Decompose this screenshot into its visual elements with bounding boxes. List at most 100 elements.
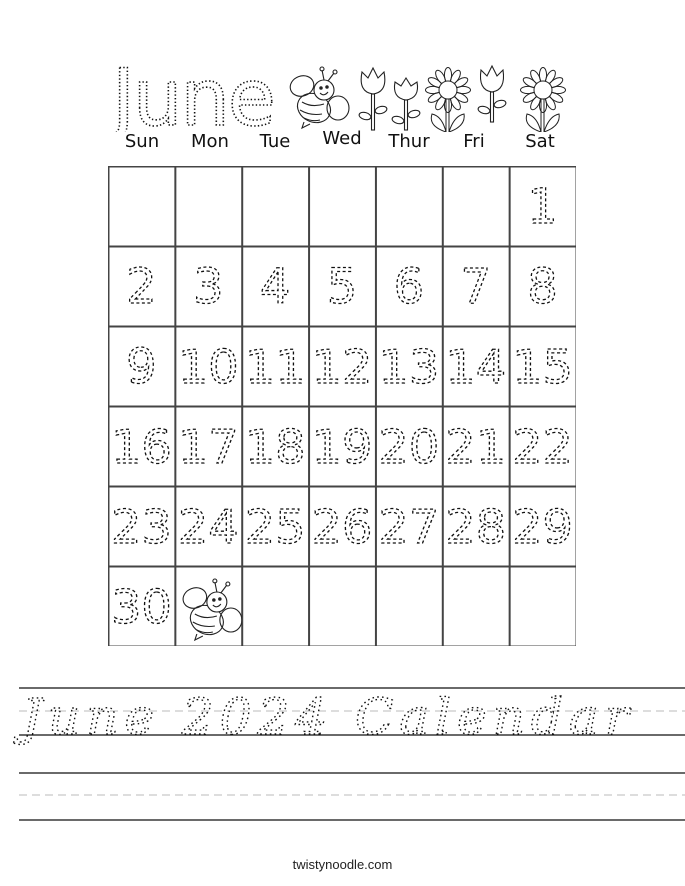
calendar-cell: 17 bbox=[174, 406, 243, 487]
calendar-cell: 12 bbox=[308, 326, 377, 407]
calendar-cell: 28 bbox=[442, 486, 511, 567]
tulip-icon bbox=[477, 64, 507, 123]
cell-border bbox=[308, 566, 377, 646]
weekday-tue: Tue bbox=[259, 131, 291, 152]
calendar-cell: 1 bbox=[509, 166, 576, 247]
cell-border bbox=[241, 566, 310, 646]
day-number: 22 bbox=[512, 420, 573, 474]
calendar-cell: 14 bbox=[442, 326, 511, 407]
calendar-cell: 21 bbox=[442, 406, 511, 487]
calendar-cell bbox=[509, 566, 576, 646]
calendar-cell: 18 bbox=[241, 406, 310, 487]
bee-icon bbox=[289, 66, 350, 130]
calendar-cell: 8 bbox=[509, 246, 576, 327]
day-number: 29 bbox=[512, 500, 573, 554]
day-number: 30 bbox=[111, 580, 172, 634]
weekday-fri: Fri bbox=[463, 131, 485, 152]
calendar-cell bbox=[108, 166, 176, 247]
calendar-cell bbox=[308, 166, 377, 247]
footer-site-name: twistynoodle.com bbox=[292, 857, 393, 872]
calendar-cell: 6 bbox=[375, 246, 444, 327]
calendar-cell: 29 bbox=[509, 486, 576, 567]
calendar-cell bbox=[375, 566, 444, 646]
calendar-cell bbox=[174, 166, 243, 247]
tulip-icon bbox=[391, 76, 421, 131]
cell-border bbox=[442, 566, 511, 646]
calendar-cell: 9 bbox=[108, 326, 176, 407]
day-number: 19 bbox=[312, 420, 373, 474]
cell-border bbox=[241, 166, 310, 247]
day-number: 8 bbox=[527, 259, 558, 315]
weekday-sat: Sat bbox=[525, 131, 555, 152]
day-number: 28 bbox=[445, 500, 506, 554]
day-number: 12 bbox=[312, 340, 373, 394]
calendar-cell: 10 bbox=[174, 326, 243, 407]
calendar-cell: 16 bbox=[108, 406, 176, 487]
day-number: 4 bbox=[260, 259, 291, 315]
day-number: 27 bbox=[378, 500, 439, 554]
weekday-mon: Mon bbox=[191, 131, 229, 152]
calendar-cell: 11 bbox=[241, 326, 310, 407]
cell-border bbox=[375, 566, 444, 646]
month-title: June bbox=[110, 53, 277, 132]
calendar-cell: 23 bbox=[108, 486, 176, 567]
day-number: 16 bbox=[111, 420, 172, 474]
cell-border bbox=[375, 166, 444, 247]
calendar-cell bbox=[241, 566, 310, 646]
day-number: 3 bbox=[193, 259, 224, 315]
calendar-cell: 19 bbox=[308, 406, 377, 487]
tracing-text: June 2024 Calendar bbox=[13, 688, 635, 746]
day-number: 26 bbox=[312, 500, 373, 554]
day-number: 25 bbox=[245, 500, 306, 554]
day-number: 21 bbox=[445, 420, 506, 474]
calendar-cell: 22 bbox=[509, 406, 576, 487]
tulip-icon bbox=[358, 66, 388, 131]
handwriting-practice: June 2024 Calendar bbox=[12, 687, 685, 821]
calendar-cell: 15 bbox=[509, 326, 576, 407]
day-number: 7 bbox=[460, 259, 491, 315]
calendar-cell bbox=[375, 166, 444, 247]
day-number: 1 bbox=[527, 179, 558, 235]
weekday-sun: Sun bbox=[124, 131, 160, 152]
day-number: 15 bbox=[512, 340, 573, 394]
calendar-cell: 26 bbox=[308, 486, 377, 567]
daisy-icon bbox=[425, 67, 471, 132]
calendar-cell bbox=[241, 166, 310, 247]
calendar-cell: 5 bbox=[308, 246, 377, 327]
day-number: 5 bbox=[327, 259, 358, 315]
calendar-cell: 4 bbox=[241, 246, 310, 327]
header-illustrations bbox=[289, 64, 566, 132]
cell-border bbox=[308, 166, 377, 247]
day-number: 9 bbox=[126, 339, 157, 395]
day-number: 2 bbox=[126, 259, 157, 315]
daisy-icon bbox=[520, 67, 566, 132]
calendar-cell: 3 bbox=[174, 246, 243, 327]
calendar-cell: 25 bbox=[241, 486, 310, 567]
cell-border bbox=[442, 166, 511, 247]
calendar-cell: 30 bbox=[108, 566, 176, 646]
day-number: 10 bbox=[178, 340, 239, 394]
calendar-cell: 2 bbox=[108, 246, 176, 327]
day-number: 18 bbox=[245, 420, 306, 474]
calendar-grid: 12 3 4 5 6 7 89 10 11 12 13 14 1516 17 18 19 20 21 2223 24 2… bbox=[108, 166, 576, 646]
day-number: 11 bbox=[245, 340, 306, 394]
calendar-cell bbox=[442, 566, 511, 646]
calendar-cell: 13 bbox=[375, 326, 444, 407]
calendar-cell: 27 bbox=[375, 486, 444, 567]
calendar-cell: 24 bbox=[174, 486, 243, 567]
month-title-text: June bbox=[110, 54, 274, 132]
calendar-cell: 7 bbox=[442, 246, 511, 327]
calendar-cell bbox=[442, 166, 511, 247]
day-number: 6 bbox=[394, 259, 425, 315]
day-number: 24 bbox=[178, 500, 239, 554]
day-number: 13 bbox=[378, 340, 439, 394]
cell-border bbox=[174, 166, 243, 247]
day-number: 14 bbox=[445, 340, 506, 394]
day-number: 17 bbox=[178, 420, 239, 474]
calendar-cell bbox=[308, 566, 377, 646]
weekday-wed: Wed bbox=[322, 128, 362, 149]
day-number: 23 bbox=[111, 500, 172, 554]
day-number: 20 bbox=[378, 420, 439, 474]
calendar-cell: 20 bbox=[375, 406, 444, 487]
weekday-thur: Thur bbox=[388, 131, 430, 152]
